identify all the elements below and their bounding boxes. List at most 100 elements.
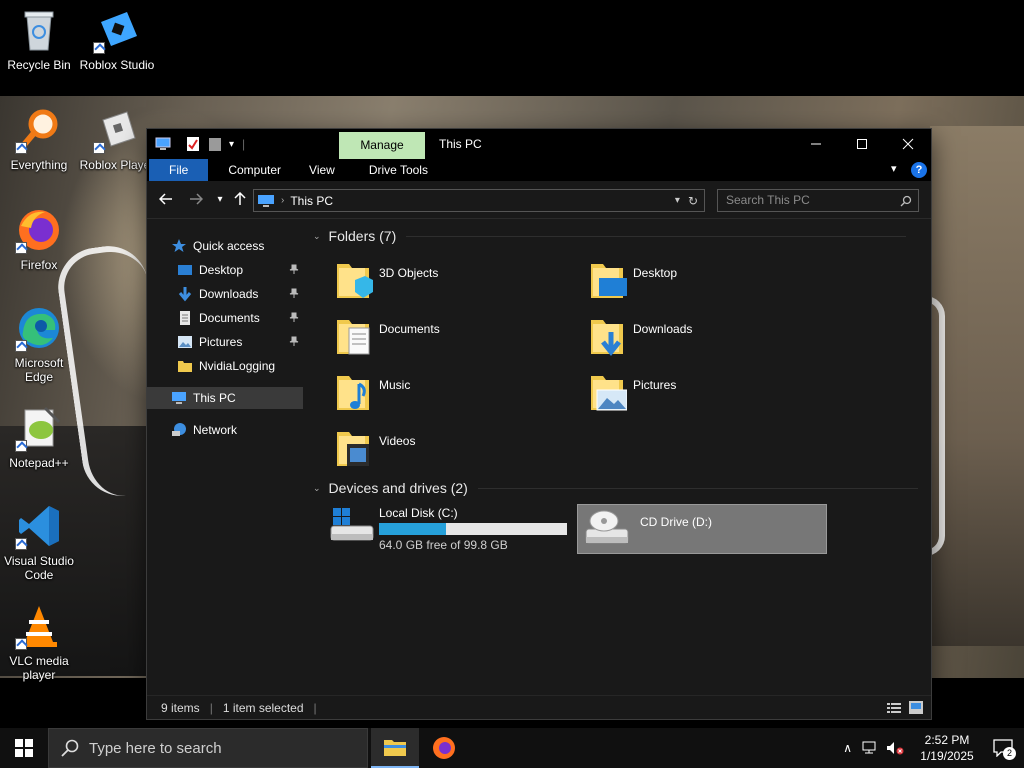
tab-view[interactable]: View xyxy=(295,159,349,181)
sidebar-item-quick-access[interactable]: Quick access xyxy=(171,235,327,257)
folder-label: Downloads xyxy=(633,322,693,336)
tab-computer[interactable]: Computer xyxy=(214,159,295,181)
network-status-icon[interactable] xyxy=(862,741,878,755)
desktop-icon-vscode[interactable]: Visual Studio Code xyxy=(1,502,77,582)
desktop-icon xyxy=(178,265,192,275)
toolbar-separator: | xyxy=(242,137,246,151)
desktop-icon-firefox[interactable]: Firefox xyxy=(1,206,77,272)
folder-label: Music xyxy=(379,378,411,392)
clock-date: 1/19/2025 xyxy=(920,749,974,763)
desktop-icon-recycle-bin[interactable]: Recycle Bin xyxy=(1,6,77,72)
refresh-icon[interactable]: ↻ xyxy=(688,194,698,208)
drive-name: Local Disk (C:) xyxy=(379,506,458,520)
sidebar-item-label: Documents xyxy=(199,311,260,325)
collapse-chevron-icon: ⌄ xyxy=(313,230,321,241)
vlc-icon xyxy=(15,602,63,650)
forward-button[interactable] xyxy=(188,192,204,208)
pin-icon xyxy=(289,336,299,346)
music-folder-icon xyxy=(333,370,373,414)
title-bar[interactable]: ▾ | Manage This PC xyxy=(147,129,931,159)
drive-local-disk-c[interactable]: Local Disk (C:) 64.0 GB free of 99.8 GB xyxy=(327,504,589,554)
desktop-icon-roblox-player[interactable]: Roblox Player xyxy=(79,106,155,172)
customize-quick-access-icon[interactable]: ▾ xyxy=(229,139,234,150)
properties-icon[interactable] xyxy=(185,136,201,152)
content-pane: ⌄ Folders (7) 3D Objects Desktop Documen… xyxy=(307,220,931,695)
maximize-button[interactable] xyxy=(839,129,885,159)
roblox-player-icon xyxy=(93,106,141,154)
desktop-icon-notepad-plus-plus[interactable]: Notepad++ xyxy=(1,404,77,470)
close-button[interactable] xyxy=(885,129,931,159)
address-dropdown-icon[interactable]: ▾ xyxy=(675,195,680,206)
breadcrumb-chevron-icon[interactable]: › xyxy=(281,195,284,206)
folder-label: Desktop xyxy=(633,266,678,280)
desktop-icon-label: Microsoft Edge xyxy=(14,356,64,384)
details-view-icon[interactable] xyxy=(887,702,901,714)
desktop-icon-label: Firefox xyxy=(20,258,58,272)
disk-usage-bar xyxy=(379,523,567,535)
sidebar-item-network[interactable]: Network xyxy=(171,419,327,441)
search-placeholder: Search This PC xyxy=(726,193,810,207)
folder-documents[interactable]: Documents xyxy=(327,314,567,362)
folder-label: Videos xyxy=(379,434,416,448)
up-arrow-icon xyxy=(234,191,246,205)
taskbar-file-explorer[interactable] xyxy=(371,728,419,768)
help-icon[interactable]: ? xyxy=(911,162,927,178)
star-icon xyxy=(172,239,186,252)
drive-name: CD Drive (D:) xyxy=(640,515,712,529)
address-row: ▾ › This PC ▾ ↻ Search This PC xyxy=(147,181,931,219)
taskbar-firefox[interactable] xyxy=(420,728,468,768)
this-pc-icon xyxy=(155,137,171,150)
tab-file[interactable]: File xyxy=(149,159,209,181)
minimize-button[interactable] xyxy=(793,129,839,159)
show-hidden-icons-chevron-icon[interactable]: ∧ xyxy=(843,741,852,755)
up-button[interactable] xyxy=(232,191,248,208)
folder-music[interactable]: Music xyxy=(327,370,567,418)
taskbar-search-box[interactable]: Type here to search xyxy=(48,728,368,768)
window-title: This PC xyxy=(439,137,482,151)
desktop-icon-vlc[interactable]: VLC media player xyxy=(1,602,77,682)
tab-manage[interactable]: Manage xyxy=(339,132,425,159)
search-box[interactable]: Search This PC xyxy=(717,189,919,212)
breadcrumb-this-pc[interactable]: This PC xyxy=(290,194,333,208)
new-folder-icon[interactable] xyxy=(207,136,223,152)
folder-label: Pictures xyxy=(633,378,677,392)
clock[interactable]: 2:52 PM 1/19/2025 xyxy=(912,732,982,764)
folder-videos[interactable]: Videos xyxy=(327,426,567,474)
desktop-icon-roblox-studio[interactable]: Roblox Studio xyxy=(79,6,155,72)
desktop-icon-label: Everything xyxy=(10,158,68,172)
this-pc-icon xyxy=(172,392,186,404)
drive-free-space: 64.0 GB free of 99.8 GB xyxy=(379,538,508,552)
address-bar[interactable]: › This PC ▾ ↻ xyxy=(253,189,705,212)
folder-3d-objects[interactable]: 3D Objects xyxy=(327,258,567,306)
chevron-down-icon: ▾ xyxy=(217,194,223,205)
folder-desktop[interactable]: Desktop xyxy=(581,258,821,306)
drive-cd-d[interactable]: CD Drive (D:) xyxy=(577,504,827,554)
navigation-pane: Quick access Desktop Downloads Documents… xyxy=(147,220,305,695)
folders-section-header[interactable]: ⌄ Folders (7) xyxy=(313,228,907,244)
start-button[interactable] xyxy=(0,728,48,768)
folder-pictures[interactable]: Pictures xyxy=(581,370,821,418)
3d-objects-folder-icon xyxy=(333,258,373,302)
expand-ribbon-chevron-icon[interactable]: ▾ xyxy=(891,162,897,175)
tab-drive-tools[interactable]: Drive Tools xyxy=(355,159,442,181)
notepad-plus-plus-icon xyxy=(15,404,63,452)
sidebar-item-label: NvidiaLogging xyxy=(199,359,276,373)
folder-downloads[interactable]: Downloads xyxy=(581,314,821,362)
desktop-icon-label: Roblox Studio xyxy=(79,58,155,72)
large-icons-view-icon[interactable] xyxy=(909,701,923,714)
sidebar-item-label: Downloads xyxy=(199,287,259,301)
desktop-icon-microsoft-edge[interactable]: Microsoft Edge xyxy=(1,304,77,384)
desktop-icon-label: Notepad++ xyxy=(9,456,69,470)
recent-locations-button[interactable]: ▾ xyxy=(212,192,228,208)
status-item-count: 9 items xyxy=(161,700,200,715)
notification-center-button[interactable]: 2 xyxy=(982,728,1024,768)
desktop-icon-everything[interactable]: Everything xyxy=(1,106,77,172)
sidebar-item-this-pc[interactable]: This PC xyxy=(147,387,303,409)
folder-icon xyxy=(178,361,192,372)
file-explorer-window[interactable]: ▾ | Manage This PC File Computer View Dr… xyxy=(146,128,932,720)
back-button[interactable] xyxy=(158,192,174,208)
volume-muted-icon[interactable] xyxy=(886,741,904,755)
section-title: Folders (7) xyxy=(328,228,397,244)
taskbar-search-placeholder: Type here to search xyxy=(89,739,222,757)
devices-section-header[interactable]: ⌄ Devices and drives (2) xyxy=(313,480,918,496)
